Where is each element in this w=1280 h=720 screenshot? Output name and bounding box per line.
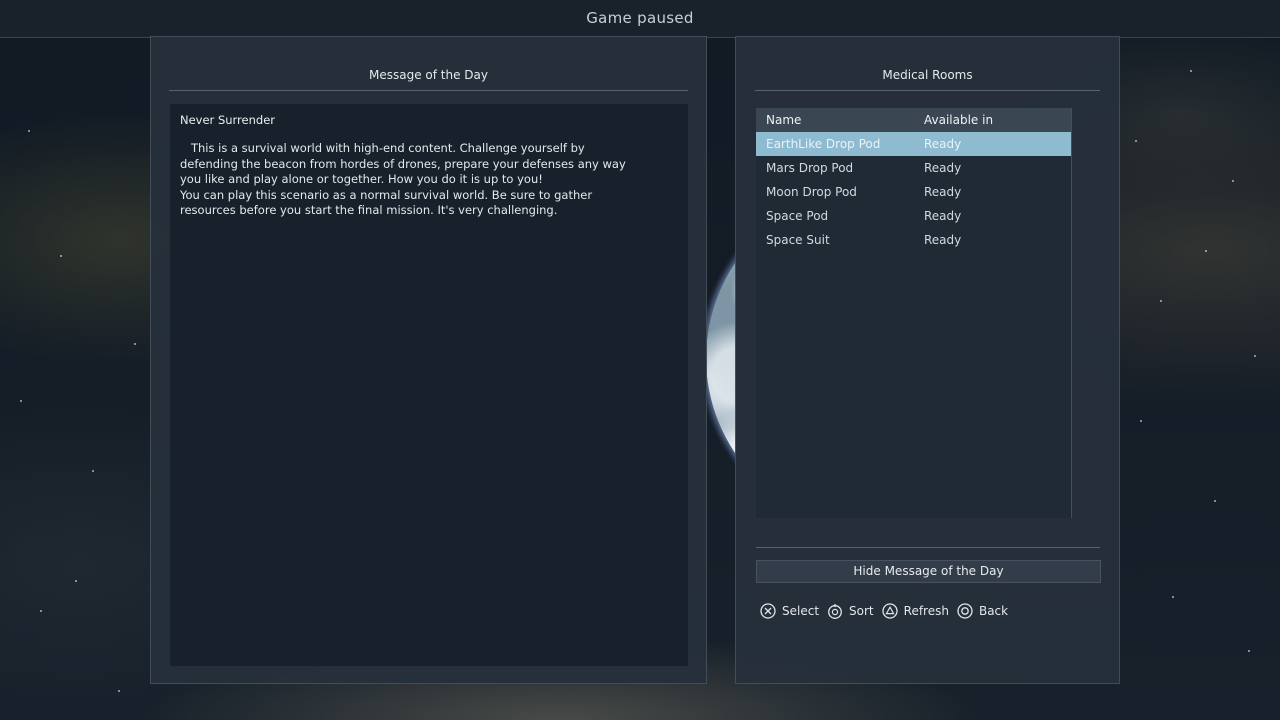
star: [1190, 70, 1192, 72]
table-row[interactable]: Space Pod Ready: [756, 204, 1071, 228]
hide-message-of-the-day-button[interactable]: Hide Message of the Day: [756, 560, 1101, 583]
table-row[interactable]: Space Suit Ready: [756, 228, 1071, 252]
room-availability: Ready: [924, 209, 962, 223]
motd-text-box: Never Surrender This is a survival world…: [170, 104, 688, 666]
motd-body: This is a survival world with high-end c…: [180, 141, 626, 217]
hint-sort-label: Sort: [849, 604, 874, 618]
table-header: Name Available in: [756, 108, 1071, 132]
top-bar: Game paused: [0, 0, 1280, 38]
table-row[interactable]: Mars Drop Pod Ready: [756, 156, 1071, 180]
star: [1248, 650, 1250, 652]
rooms-panel-title: Medical Rooms: [882, 68, 973, 82]
room-name: Moon Drop Pod: [766, 185, 857, 199]
planet-image: [706, 188, 736, 528]
room-availability: Ready: [924, 137, 962, 151]
room-name: Space Pod: [766, 209, 829, 223]
controller-hint-bar: Select Sort Refresh Back: [760, 601, 1016, 621]
rooms-divider: [755, 90, 1100, 91]
star: [1214, 500, 1216, 502]
hint-refresh-label: Refresh: [903, 604, 949, 618]
cross-button-icon: [760, 603, 776, 619]
room-availability: Ready: [924, 161, 962, 175]
star: [1205, 250, 1207, 252]
triangle-button-icon: [881, 603, 898, 619]
star: [60, 255, 62, 257]
star: [118, 690, 120, 692]
star: [92, 470, 94, 472]
star: [40, 610, 42, 612]
star: [75, 580, 77, 582]
room-name: Space Suit: [766, 233, 830, 247]
page-title: Game paused: [586, 9, 694, 27]
star: [1160, 300, 1162, 302]
star: [1140, 420, 1142, 422]
message-of-the-day-panel: Message of the Day Never Surrender This …: [150, 36, 707, 684]
star: [1135, 140, 1137, 142]
hint-select-label: Select: [782, 604, 820, 618]
hint-refresh[interactable]: Refresh: [881, 603, 949, 619]
table-scrollbar[interactable]: [1071, 108, 1072, 518]
room-name: Mars Drop Pod: [766, 161, 854, 175]
star: [1254, 355, 1256, 357]
hint-back-label: Back: [978, 604, 1009, 618]
column-header-name[interactable]: Name: [766, 108, 801, 132]
motd-divider: [169, 90, 688, 91]
medical-rooms-table: Name Available in EarthLike Drop Pod Rea…: [756, 108, 1071, 518]
hint-back[interactable]: Back: [957, 603, 1008, 619]
right-stick-icon: [828, 604, 842, 619]
hint-select[interactable]: Select: [760, 603, 819, 619]
medical-rooms-panel: Medical Rooms Name Available in EarthLik…: [735, 36, 1120, 684]
star: [28, 130, 30, 132]
motd-panel-title: Message of the Day: [369, 68, 488, 82]
room-name: EarthLike Drop Pod: [766, 137, 881, 151]
hint-sort[interactable]: Sort: [827, 603, 874, 619]
room-availability: Ready: [924, 185, 962, 199]
star: [134, 343, 136, 345]
star: [1172, 596, 1174, 598]
room-availability: Ready: [924, 233, 962, 247]
column-header-available[interactable]: Available in: [924, 108, 993, 132]
table-row[interactable]: Moon Drop Pod Ready: [756, 180, 1071, 204]
planet-disc: [706, 188, 736, 528]
star: [20, 400, 22, 402]
circle-button-icon: [957, 603, 973, 619]
table-row[interactable]: EarthLike Drop Pod Ready: [756, 132, 1071, 156]
star: [1232, 180, 1234, 182]
rooms-bottom-divider: [756, 547, 1100, 548]
motd-heading: Never Surrender: [180, 113, 275, 127]
